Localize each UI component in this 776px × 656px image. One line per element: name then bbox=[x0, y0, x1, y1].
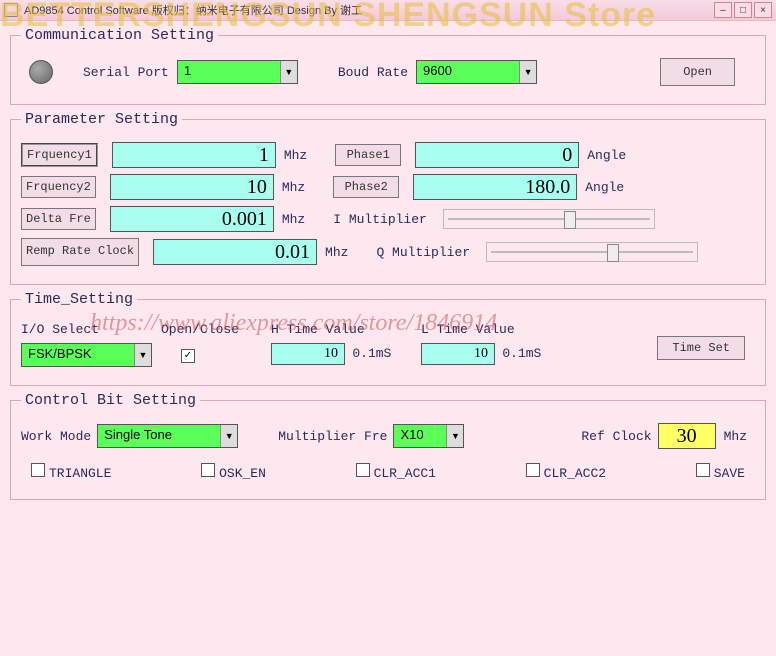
i-multiplier-label: I Multiplier bbox=[333, 212, 443, 227]
l-time-input[interactable]: 10 bbox=[421, 343, 495, 365]
communication-legend: Communication Setting bbox=[21, 27, 218, 44]
titlebar: AD9854 Control Software 版权归：纳米电子有限公司 Des… bbox=[0, 0, 776, 21]
ref-clock-label: Ref Clock bbox=[581, 429, 651, 444]
serial-port-combo[interactable]: 1 ▼ bbox=[177, 60, 298, 84]
serial-port-value: 1 bbox=[178, 61, 280, 83]
communication-group: Communication Setting Serial Port 1 ▼ Bo… bbox=[10, 27, 766, 105]
baud-rate-label: Boud Rate bbox=[338, 65, 408, 80]
save-checkbox[interactable] bbox=[696, 463, 710, 477]
io-select-value: FSK/BPSK bbox=[22, 344, 134, 366]
ramp-rate-unit: Mhz bbox=[325, 245, 348, 260]
ref-clock-input[interactable]: 30 bbox=[658, 423, 716, 449]
phase2-button[interactable]: Phase2 bbox=[333, 176, 399, 198]
baud-rate-combo[interactable]: 9600 ▼ bbox=[416, 60, 537, 84]
frequency2-button[interactable]: Frquency2 bbox=[21, 176, 96, 198]
open-close-checkbox[interactable]: ✓ bbox=[181, 349, 195, 363]
parameter-group: Parameter Setting Frquency1 1 Mhz Phase1… bbox=[10, 111, 766, 285]
clr-acc1-checkbox[interactable] bbox=[356, 463, 370, 477]
i-multiplier-slider[interactable] bbox=[443, 209, 655, 229]
open-button[interactable]: Open bbox=[660, 58, 735, 86]
work-mode-label: Work Mode bbox=[21, 429, 91, 444]
l-time-label: L Time Value bbox=[421, 322, 571, 337]
work-mode-combo[interactable]: Single Tone ▼ bbox=[97, 424, 238, 448]
multiplier-fre-value: X10 bbox=[394, 425, 446, 447]
maximize-button[interactable]: □ bbox=[734, 2, 752, 18]
time-set-button[interactable]: Time Set bbox=[657, 336, 745, 360]
frequency1-button[interactable]: Frquency1 bbox=[21, 143, 98, 167]
phase2-input[interactable]: 180.0 bbox=[413, 174, 577, 200]
phase1-unit: Angle bbox=[587, 148, 626, 163]
ref-clock-unit: Mhz bbox=[724, 429, 747, 444]
multiplier-fre-label: Multiplier Fre bbox=[278, 429, 387, 444]
close-button[interactable]: × bbox=[754, 2, 772, 18]
triangle-checkbox[interactable] bbox=[31, 463, 45, 477]
osk-en-option[interactable]: OSK_EN bbox=[201, 463, 266, 481]
h-time-input[interactable]: 10 bbox=[271, 343, 345, 365]
multiplier-fre-combo[interactable]: X10 ▼ bbox=[393, 424, 464, 448]
q-multiplier-label: Q Multiplier bbox=[376, 245, 486, 260]
serial-port-label: Serial Port bbox=[83, 65, 169, 80]
phase2-unit: Angle bbox=[585, 180, 624, 195]
triangle-option[interactable]: TRIANGLE bbox=[31, 463, 111, 481]
parameter-legend: Parameter Setting bbox=[21, 111, 182, 128]
time-legend: Time_Setting bbox=[21, 291, 137, 308]
work-mode-value: Single Tone bbox=[98, 425, 220, 447]
chevron-down-icon: ▼ bbox=[519, 61, 536, 83]
l-time-unit: 0.1mS bbox=[502, 346, 541, 361]
save-option[interactable]: SAVE bbox=[696, 463, 745, 481]
delta-fre-input[interactable]: 0.001 bbox=[110, 206, 274, 232]
baud-rate-value: 9600 bbox=[417, 61, 519, 83]
delta-fre-button[interactable]: Delta Fre bbox=[21, 208, 96, 230]
osk-en-checkbox[interactable] bbox=[201, 463, 215, 477]
control-bit-group: Control Bit Setting Work Mode Single Ton… bbox=[10, 392, 766, 500]
chevron-down-icon: ▼ bbox=[220, 425, 237, 447]
ramp-rate-input[interactable]: 0.01 bbox=[153, 239, 317, 265]
h-time-unit: 0.1mS bbox=[352, 346, 391, 361]
frequency2-unit: Mhz bbox=[282, 180, 305, 195]
window-title: AD9854 Control Software 版权归：纳米电子有限公司 Des… bbox=[24, 2, 362, 18]
phase1-input[interactable]: 0 bbox=[415, 142, 579, 168]
clr-acc2-option[interactable]: CLR_ACC2 bbox=[526, 463, 606, 481]
clr-acc2-checkbox[interactable] bbox=[526, 463, 540, 477]
time-group: Time_Setting I/O Select FSK/BPSK ▼ Open/… bbox=[10, 291, 766, 386]
status-led bbox=[29, 60, 53, 84]
ramp-rate-button[interactable]: Remp Rate Clock bbox=[21, 238, 139, 266]
open-close-label: Open/Close bbox=[161, 322, 271, 337]
io-select-label: I/O Select bbox=[21, 322, 161, 337]
clr-acc1-option[interactable]: CLR_ACC1 bbox=[356, 463, 436, 481]
chevron-down-icon: ▼ bbox=[280, 61, 297, 83]
app-icon bbox=[4, 3, 18, 17]
h-time-label: H Time Value bbox=[271, 322, 421, 337]
delta-fre-unit: Mhz bbox=[282, 212, 305, 227]
phase1-button[interactable]: Phase1 bbox=[335, 144, 401, 166]
q-multiplier-slider[interactable] bbox=[486, 242, 698, 262]
chevron-down-icon: ▼ bbox=[134, 344, 151, 366]
frequency2-input[interactable]: 10 bbox=[110, 174, 274, 200]
frequency1-unit: Mhz bbox=[284, 148, 307, 163]
frequency1-input[interactable]: 1 bbox=[112, 142, 276, 168]
minimize-button[interactable]: – bbox=[714, 2, 732, 18]
io-select-combo[interactable]: FSK/BPSK ▼ bbox=[21, 343, 152, 367]
chevron-down-icon: ▼ bbox=[446, 425, 463, 447]
control-bit-legend: Control Bit Setting bbox=[21, 392, 200, 409]
